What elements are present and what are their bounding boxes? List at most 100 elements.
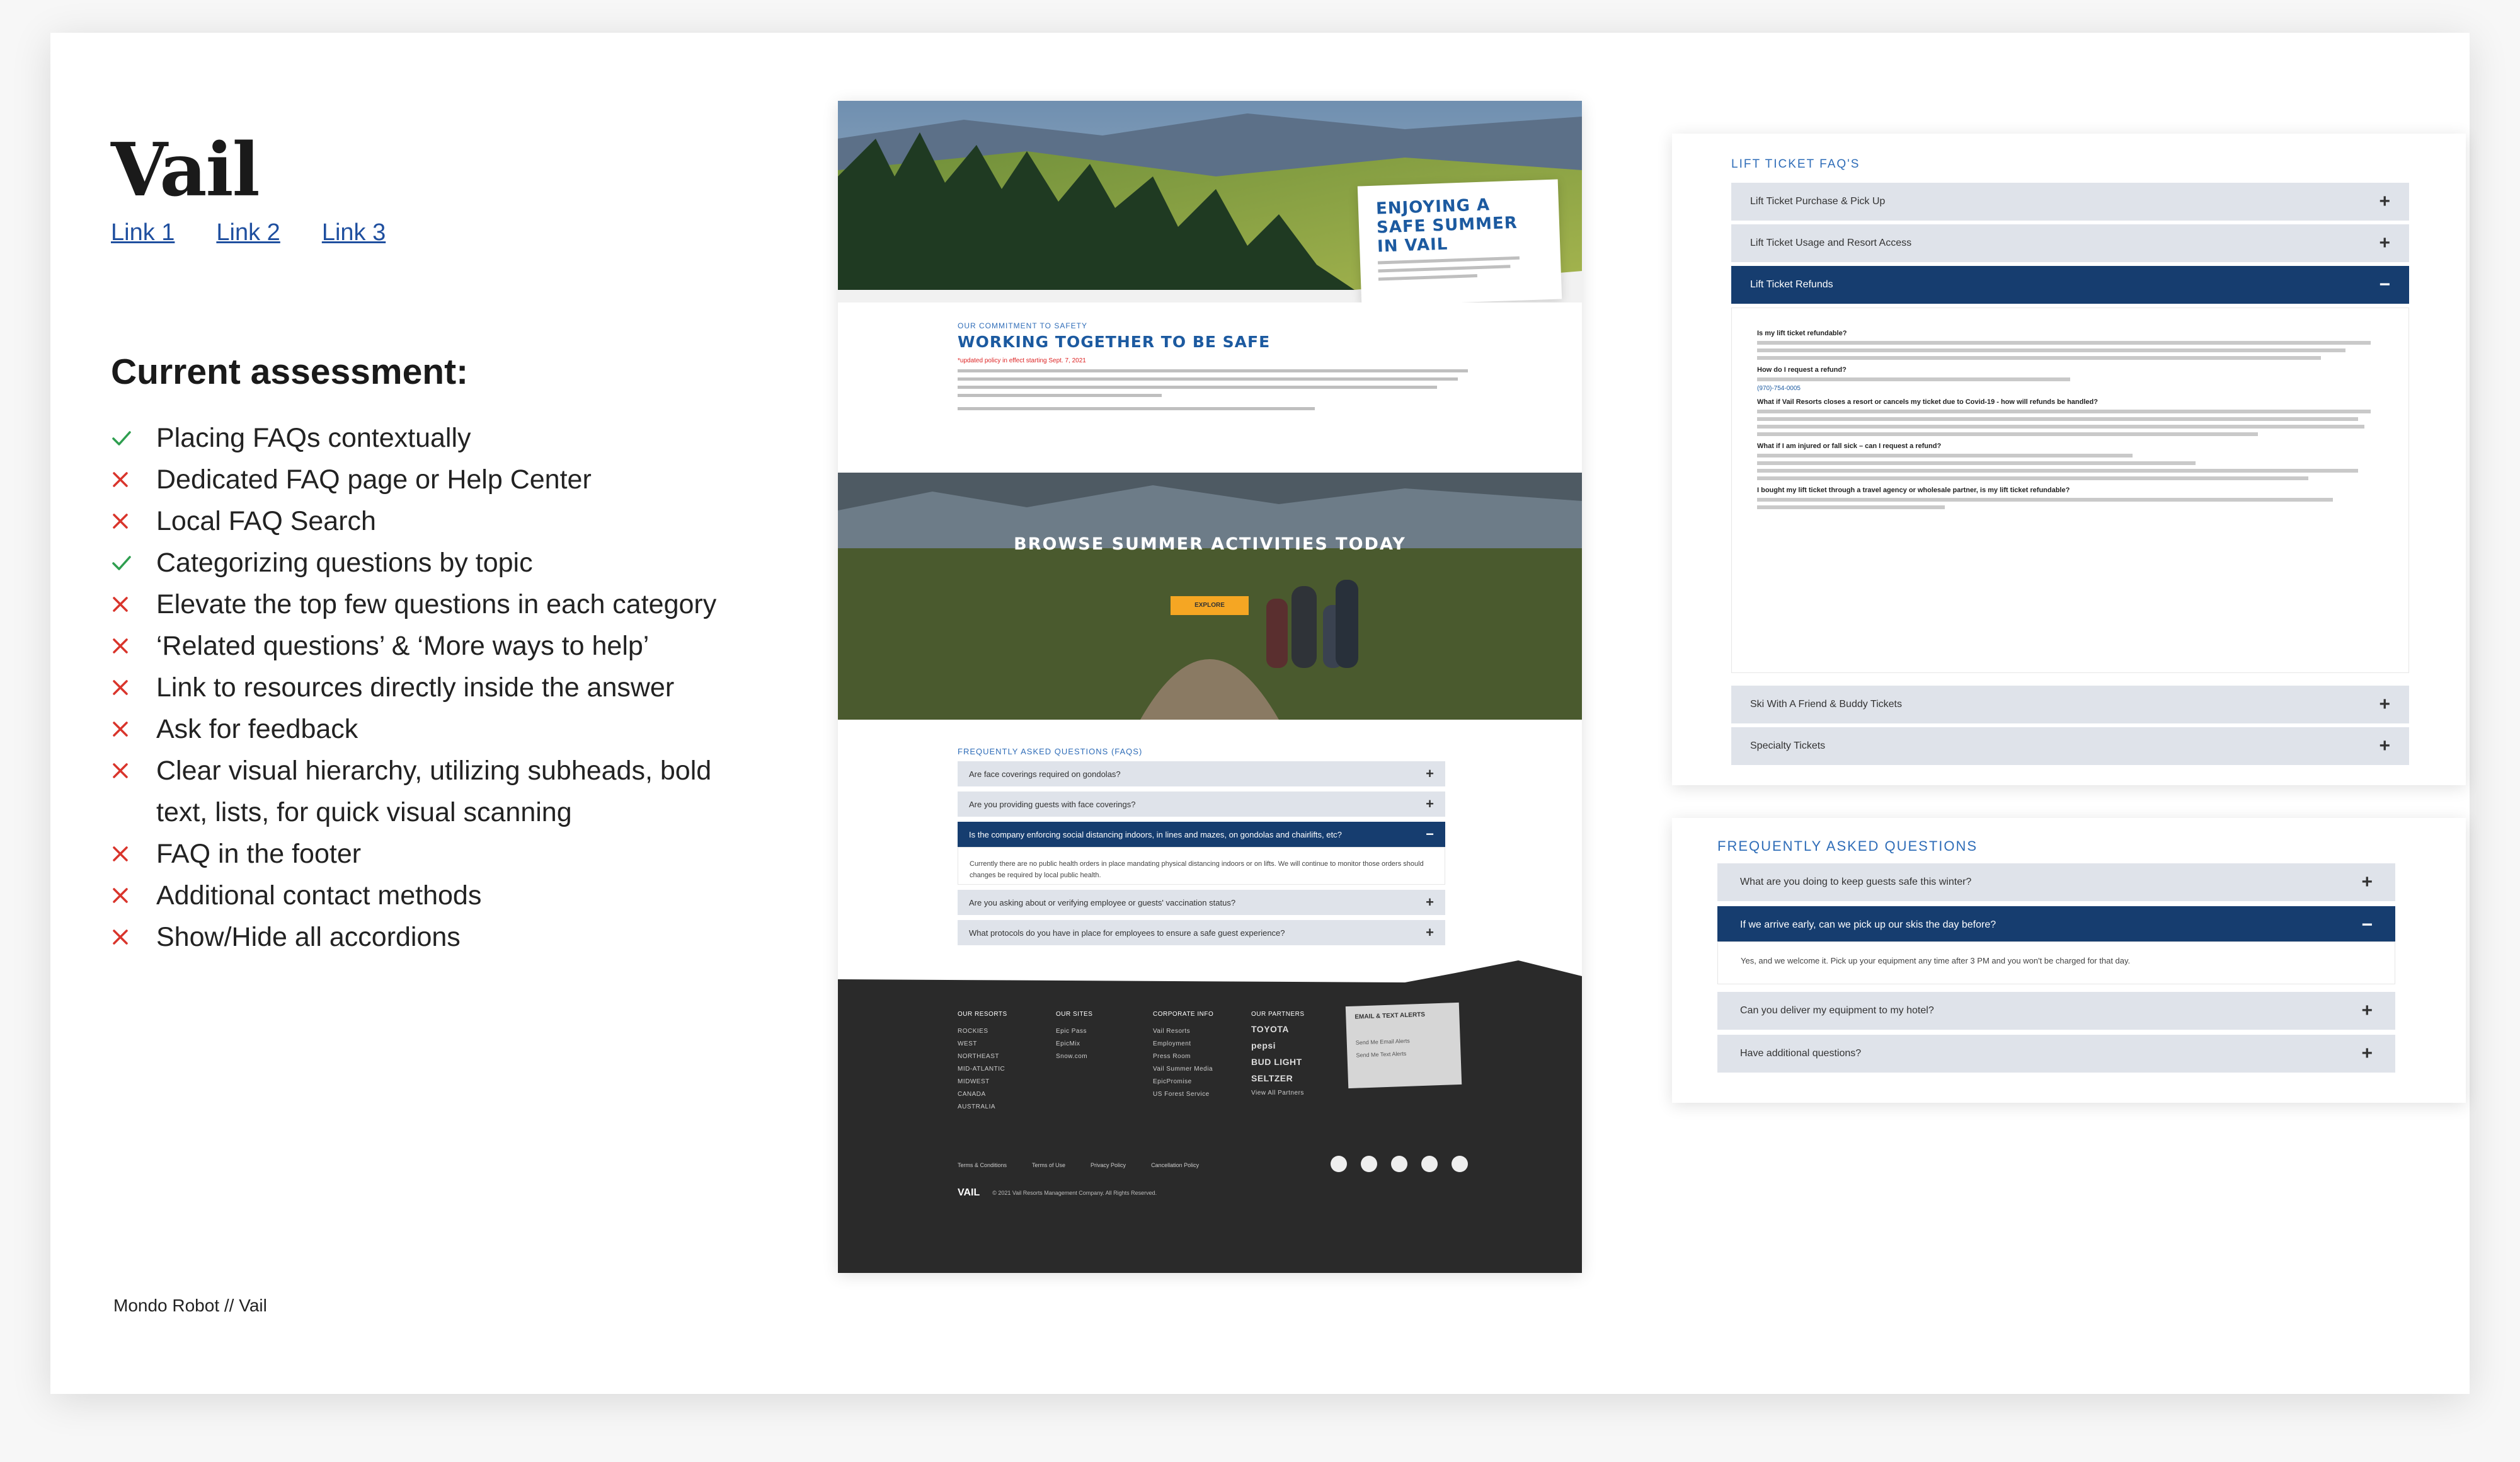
cross-icon — [111, 625, 156, 667]
plus-icon: + — [1426, 766, 1434, 781]
assessment-item: ‘Related questions’ & ‘More ways to help… — [111, 625, 741, 667]
body-text-line — [958, 377, 1458, 381]
footer-col-title: OUR SITES — [1056, 1011, 1093, 1018]
assessment-item-label: Show/Hide all accordions — [156, 922, 461, 952]
lift-faq-item[interactable]: Ski With A Friend & Buddy Tickets + — [1731, 686, 2409, 723]
phone-icon[interactable] — [1331, 1156, 1347, 1172]
resort-link[interactable]: WEST — [958, 1038, 1007, 1050]
resort-link[interactable]: AUSTRALIA — [958, 1101, 1007, 1114]
footer-col-title: OUR RESORTS — [958, 1011, 1007, 1018]
faq-item-open[interactable]: Is the company enforcing social distanci… — [958, 822, 1445, 847]
answer-question: How do I request a refund? — [1757, 366, 1847, 374]
faq-item[interactable]: Are you asking about or verifying employ… — [958, 890, 1445, 915]
answer-line — [1757, 505, 1945, 509]
lift-faq-item-open[interactable]: Lift Ticket Refunds − — [1731, 266, 2409, 304]
lift-ticket-faq-screenshot: LIFT TICKET FAQ'S Lift Ticket Purchase &… — [1672, 134, 2466, 785]
corporate-link[interactable]: Vail Summer Media — [1153, 1063, 1213, 1076]
faq-question: Is the company enforcing social distanci… — [969, 829, 1342, 839]
hero-text-line — [1378, 265, 1511, 273]
site-link[interactable]: EpicMix — [1056, 1038, 1092, 1050]
youtube-icon[interactable] — [1452, 1156, 1468, 1172]
instagram-icon[interactable] — [1421, 1156, 1438, 1172]
general-faq-item[interactable]: Have additional questions? + — [1717, 1035, 2395, 1073]
commitment-label: OUR COMMITMENT TO SAFETY — [958, 321, 1088, 330]
lift-faq-item[interactable]: Lift Ticket Purchase & Pick Up + — [1731, 183, 2409, 221]
site-link[interactable]: Snow.com — [1056, 1050, 1092, 1063]
assessment-title: Current assessment: — [111, 352, 469, 392]
answer-line — [1757, 356, 2321, 360]
resort-link[interactable]: MIDWEST — [958, 1076, 1007, 1088]
lift-faq-label: Specialty Tickets — [1750, 740, 1826, 751]
link-3[interactable]: Link 3 — [322, 219, 386, 246]
faq-item[interactable]: What protocols do you have in place for … — [958, 920, 1445, 945]
lift-ticket-faq-header: LIFT TICKET FAQ'S — [1731, 158, 1860, 171]
partner-logo: SELTZER — [1251, 1073, 1293, 1083]
corporate-link[interactable]: Vail Resorts — [1153, 1025, 1213, 1038]
cross-icon — [111, 875, 156, 916]
brand-title: Vail — [111, 127, 260, 213]
answer-line — [1757, 348, 2346, 352]
assessment-item: Local FAQ Search — [111, 500, 741, 542]
lift-faq-item[interactable]: Lift Ticket Usage and Resort Access + — [1731, 224, 2409, 262]
body-text-line — [958, 369, 1468, 372]
answer-line — [1757, 410, 2371, 413]
social-icons — [1331, 1156, 1468, 1172]
link-2[interactable]: Link 2 — [216, 219, 280, 246]
resort-link[interactable]: CANADA — [958, 1088, 1007, 1101]
cross-icon — [111, 916, 156, 958]
general-faq-item-open[interactable]: If we arrive early, can we pick up our s… — [1717, 906, 2395, 944]
legal-link[interactable]: Privacy Policy — [1091, 1162, 1126, 1168]
answer-line — [1757, 469, 2359, 473]
safety-section: OUR COMMITMENT TO SAFETY WORKING TOGETHE… — [958, 321, 1468, 410]
assessment-item-label: Ask for feedback — [156, 714, 358, 744]
assessment-item-label: FAQ in the footer — [156, 839, 362, 869]
corporate-link[interactable]: EpicPromise — [1153, 1076, 1213, 1088]
link-1[interactable]: Link 1 — [111, 219, 175, 246]
text-alerts-link[interactable]: Send Me Text Alerts — [1356, 1049, 1452, 1059]
lift-faq-label: Lift Ticket Purchase & Pick Up — [1750, 196, 1886, 207]
answer-line — [1757, 417, 2359, 421]
site-footer: OUR RESORTS ROCKIES WEST NORTHEAST MID-A… — [838, 960, 1582, 1273]
presentation-card: Vail Link 1 Link 2 Link 3 Current assess… — [50, 33, 2470, 1394]
plus-icon: + — [2379, 233, 2390, 253]
explore-button[interactable]: EXPLORE — [1171, 596, 1249, 615]
corporate-link[interactable]: Press Room — [1153, 1050, 1213, 1063]
resort-link[interactable]: MID-ATLANTIC — [958, 1063, 1007, 1076]
corporate-link[interactable]: US Forest Service — [1153, 1088, 1213, 1101]
assessment-item-label: Dedicated FAQ page or Help Center — [156, 464, 592, 495]
answer-line — [1757, 461, 2196, 465]
view-all-partners-link[interactable]: View All Partners — [1251, 1090, 1305, 1096]
phone-link[interactable]: (970)-754-0005 — [1757, 385, 2383, 392]
general-faq-header: FREQUENTLY ASKED QUESTIONS — [1717, 838, 1978, 854]
faq-item[interactable]: Are you providing guests with face cover… — [958, 791, 1445, 817]
partner-logo: TOYOTA — [1251, 1024, 1290, 1034]
legal-link[interactable]: Terms of Use — [1032, 1162, 1065, 1168]
legal-link[interactable]: Terms & Conditions — [958, 1162, 1007, 1168]
assessment-list: Placing FAQs contextually Dedicated FAQ p… — [111, 417, 741, 958]
general-faq-item[interactable]: What are you doing to keep guests safe t… — [1717, 863, 2395, 901]
answer-question: What if Vail Resorts closes a resort or … — [1757, 398, 2098, 406]
footer-col-sites: OUR SITES Epic Pass EpicMix Snow.com — [1056, 1011, 1092, 1063]
general-faq-item[interactable]: Can you deliver my equipment to my hotel… — [1717, 992, 2395, 1030]
faq-question: Are you providing guests with face cover… — [969, 799, 1136, 809]
legal-link[interactable]: Cancellation Policy — [1151, 1162, 1199, 1168]
assessment-item: Clear visual hierarchy, utilizing subhea… — [111, 750, 741, 833]
resort-link[interactable]: ROCKIES — [958, 1025, 1007, 1038]
assessment-item-label: Elevate the top few questions in each ca… — [156, 589, 717, 619]
twitter-icon[interactable] — [1391, 1156, 1407, 1172]
footer-col-corporate: CORPORATE INFO Vail Resorts Employment P… — [1153, 1011, 1213, 1101]
assessment-item-label: ‘Related questions’ & ‘More ways to help… — [156, 631, 650, 661]
lift-faq-item[interactable]: Specialty Tickets + — [1731, 727, 2409, 765]
lift-faq-label: Lift Ticket Refunds — [1750, 279, 1833, 290]
resort-link[interactable]: NORTHEAST — [958, 1050, 1007, 1063]
faq-item[interactable]: Are face coverings required on gondolas?… — [958, 761, 1445, 786]
corporate-link[interactable]: Employment — [1153, 1038, 1213, 1050]
assessment-item-label: Clear visual hierarchy, utilizing subhea… — [156, 756, 712, 827]
email-alerts-link[interactable]: Send Me Email Alerts — [1356, 1036, 1452, 1046]
faq-answer-text: Currently there are no public health ord… — [970, 860, 1424, 879]
site-link[interactable]: Epic Pass — [1056, 1025, 1092, 1038]
lift-faq-answer-panel: Is my lift ticket refundable? How do I r… — [1731, 308, 2409, 673]
facebook-icon[interactable] — [1361, 1156, 1377, 1172]
link-row: Link 1 Link 2 Link 3 — [111, 219, 386, 246]
hero-text-line — [1378, 274, 1478, 281]
